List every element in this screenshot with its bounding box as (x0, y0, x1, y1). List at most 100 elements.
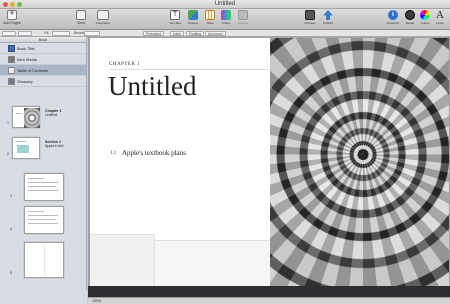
preview-button[interactable]: Preview (302, 10, 318, 29)
orientation-label: Orientation (95, 21, 111, 25)
sidebar-item-label: Table of Contents (17, 68, 49, 73)
section-title[interactable]: Apple's textbook plans (122, 149, 186, 157)
thumbnail-text-line (28, 190, 58, 191)
page-number: 4 (10, 227, 12, 231)
toc-thumbnail (8, 67, 15, 74)
shapes-button[interactable]: Shapes (186, 10, 200, 29)
paragraph-dropdown[interactable] (18, 31, 32, 36)
view-icon (76, 10, 86, 20)
window-title: Untitled (214, 1, 236, 7)
inspector-button[interactable]: i Inspector (385, 10, 401, 29)
orientation-icon (97, 10, 109, 20)
fonts-label: Fonts (436, 21, 444, 25)
page-caption: Section 1 Apple's text (45, 140, 64, 148)
add-page-icon (7, 8, 17, 20)
sidebar-item-label: Intro Media (17, 57, 38, 62)
thumbnail-text-line (28, 186, 56, 187)
media-icon (405, 10, 415, 20)
stroke-dropdown[interactable] (84, 31, 100, 36)
wrap-floating-button[interactable]: Floating (186, 31, 205, 36)
charts-label: Charts (221, 21, 231, 25)
chapter-label[interactable]: CHAPTER 1 (109, 62, 140, 67)
status-bar: 100% (88, 297, 450, 304)
page-caption: Chapter 1 Untitled (45, 109, 62, 117)
page-thumbnail-5[interactable]: 5 (10, 242, 64, 278)
fonts-icon: A (436, 9, 444, 21)
page-navigation-bar (88, 286, 450, 297)
text-box-button[interactable]: T Text Box (167, 10, 183, 29)
sidebar-item-intro-media[interactable]: Intro Media (0, 54, 86, 65)
sidebar-item-label: Book Title (17, 46, 35, 51)
format-bar: Fill Baseline Prelocked Inline Floating … (0, 30, 450, 37)
orientation-button[interactable]: Orientation (92, 10, 114, 29)
inspector-label: Inspector (386, 21, 400, 25)
page-thumbnail-3[interactable]: 3 (10, 173, 64, 201)
glossary-thumbnail (8, 78, 15, 85)
shapes-icon (188, 10, 198, 20)
charts-button[interactable]: Charts (219, 10, 233, 29)
widgets-label: Widgets (237, 21, 249, 25)
thumbnail-text-line (28, 211, 44, 212)
sidebar-scroll-area[interactable] (0, 290, 87, 304)
page-thumbnail-1[interactable]: 1 Chapter 1 Untitled (7, 106, 62, 128)
flower-thumbnail-image (24, 108, 40, 128)
page-number: 5 (10, 271, 12, 275)
document-canvas: CHAPTER 1 Untitled 1.1 Apple's textbook … (88, 37, 450, 304)
publish-icon (323, 10, 333, 20)
sidebar-item-book-title[interactable]: Book Title (0, 43, 86, 54)
inspector-icon: i (388, 10, 398, 20)
text-box-icon: T (170, 10, 180, 20)
dahlia-flower-photo[interactable] (270, 38, 449, 286)
page-text-column: CHAPTER 1 Untitled 1.1 Apple's textbook … (90, 38, 270, 286)
zoom-level[interactable]: 100% (92, 299, 101, 303)
table-label: Table (206, 21, 214, 25)
media-button[interactable]: Media (404, 10, 416, 29)
chapter-page: CHAPTER 1 Untitled 1.1 Apple's textbook … (90, 38, 449, 286)
sidebar-item-table-of-contents[interactable]: Table of Contents (0, 65, 86, 76)
wrap-prelocked-button[interactable]: Prelocked (143, 31, 165, 36)
colors-button[interactable]: Colors (419, 10, 431, 29)
thumbnail-text-line (28, 182, 58, 183)
thumbnail-text-line (28, 219, 56, 220)
intro-media-thumbnail (8, 56, 15, 63)
view-button[interactable]: View (74, 10, 88, 29)
thumbnail-text-line (28, 215, 58, 216)
fonts-button[interactable]: A Fonts (434, 10, 446, 29)
section-number: 1.1 (110, 151, 117, 156)
colors-icon (420, 10, 430, 20)
thumbnail-text-line (16, 141, 26, 142)
charts-icon (221, 10, 231, 20)
preview-icon (305, 10, 315, 20)
table-icon (205, 10, 215, 20)
page-number: 1 (7, 121, 9, 125)
style-dropdown[interactable] (2, 31, 16, 36)
placeholder-box-left[interactable] (90, 234, 155, 286)
placeholder-box-right[interactable] (155, 240, 270, 286)
page-number: 3 (10, 194, 12, 198)
page-thumbnail-2[interactable]: 2 Section 1 Apple's text (7, 137, 63, 159)
fill-dropdown[interactable] (52, 31, 70, 36)
chapter-title[interactable]: Untitled (108, 72, 197, 100)
publish-button[interactable]: Publish (320, 10, 336, 29)
widgets-icon (238, 10, 248, 20)
wrap-anchored-button[interactable]: Anchored (205, 31, 226, 36)
text-box-label: Text Box (169, 21, 181, 25)
colors-label: Colors (420, 21, 430, 25)
add-pages-button[interactable]: Add Pages (3, 8, 21, 29)
widgets-button[interactable]: Widgets (235, 10, 251, 29)
page-number: 2 (7, 152, 9, 156)
thumbnail-teal-box (17, 145, 29, 153)
chapter-divider (109, 69, 269, 70)
page-thumbnails: 1 Chapter 1 Untitled 2 Section 1 Apple's t… (0, 92, 87, 304)
title-bar: Untitled (0, 0, 450, 9)
book-title-thumbnail (8, 45, 15, 52)
page-spread-divider (44, 245, 45, 276)
preview-label: Preview (304, 21, 316, 25)
table-button[interactable]: Table (203, 10, 217, 29)
thumbnail-text-line (28, 223, 58, 224)
sidebar-item-glossary[interactable]: Glossary (0, 76, 86, 87)
publish-label: Publish (323, 21, 333, 25)
page-thumbnail-4[interactable]: 4 (10, 206, 64, 234)
wrap-inline-button[interactable]: Inline (170, 31, 185, 36)
add-pages-label: Add Pages (3, 21, 21, 25)
